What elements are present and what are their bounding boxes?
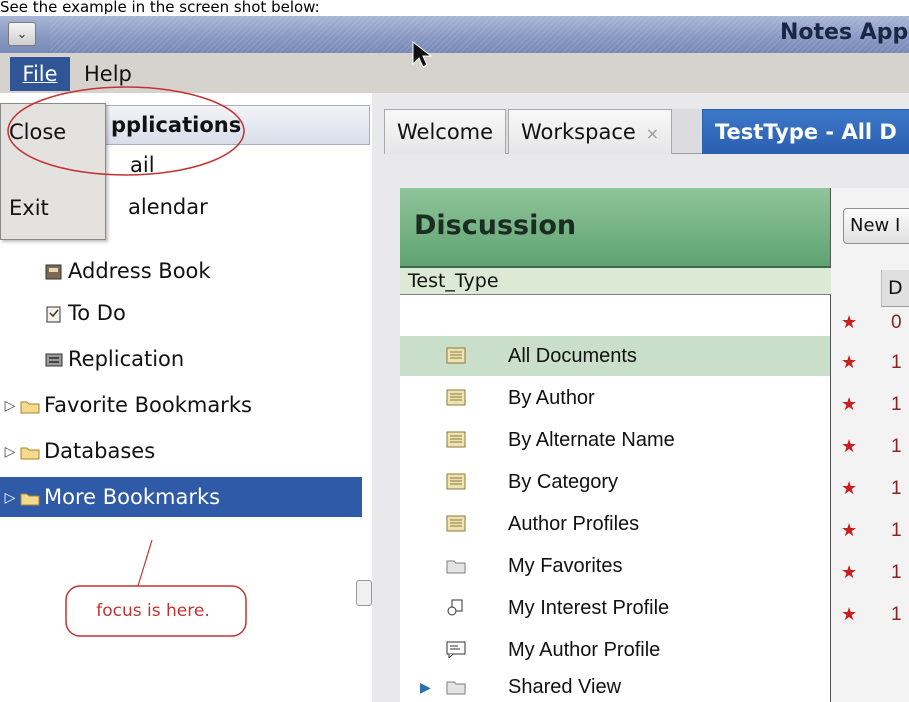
view-shared-view[interactable]: ▶ Shared View <box>400 672 830 702</box>
view-label: Shared View <box>508 676 622 698</box>
view-navigator: Discussion Test_Type All Documents By Au… <box>400 188 838 702</box>
row-date: 1 <box>891 520 902 541</box>
star-icon: ★ <box>841 478 858 499</box>
expand-triangle-icon[interactable]: ▶ <box>420 672 431 702</box>
nav-item-calendar[interactable]: alendar <box>128 187 208 227</box>
tab-workspace[interactable]: Workspace × <box>508 109 673 154</box>
view-label: By Alternate Name <box>508 429 675 451</box>
discussion-header: Discussion <box>400 188 830 268</box>
row-date: 1 <box>891 478 902 499</box>
tab-welcome[interactable]: Welcome <box>384 109 507 154</box>
discussion-title: Discussion <box>414 210 577 241</box>
view-icon <box>446 431 466 448</box>
window-titlebar: ⌄ Notes Appl <box>0 16 909 53</box>
database-view: Discussion Test_Type All Documents By Au… <box>400 188 909 702</box>
nav-item-label: Replication <box>68 347 185 371</box>
chevron-down-icon: ⌄ <box>16 26 28 42</box>
nav-item-more-bookmarks[interactable]: ▷ More Bookmarks <box>0 477 362 517</box>
view-icon <box>446 347 466 364</box>
view-my-interest-profile[interactable]: My Interest Profile <box>400 588 830 628</box>
expand-triangle-icon[interactable]: ▷ <box>0 432 20 472</box>
nav-item-label: Favorite Bookmarks <box>44 393 252 417</box>
star-icon: ★ <box>841 562 858 583</box>
interest-profile-icon <box>447 599 463 616</box>
view-label: My Favorites <box>508 555 623 577</box>
view-label: All Documents <box>508 345 637 367</box>
star-icon: ★ <box>841 352 858 373</box>
star-icon: ★ <box>841 604 858 625</box>
star-icon: ★ <box>841 520 858 541</box>
author-profile-icon <box>446 641 466 658</box>
nav-item-label: Databases <box>44 439 156 463</box>
todo-icon <box>46 306 61 323</box>
folder-icon <box>20 447 40 460</box>
document-list: New I D ★ 0 ★ 1 ★ 1 ★ 1 ★ 1 ★ 1 ★ 1 ★ 1 <box>831 188 909 702</box>
view-by-author[interactable]: By Author <box>400 378 830 418</box>
row-date: 0 <box>891 312 902 333</box>
nav-item-label: To Do <box>68 301 126 325</box>
nav-item-address-book[interactable]: Address Book <box>44 251 211 291</box>
annotation-callout-text: focus is here. <box>96 601 210 621</box>
window-title: Notes Appl <box>780 20 909 45</box>
nav-item-label: Address Book <box>68 259 211 283</box>
view-by-alternate-name[interactable]: By Alternate Name <box>400 420 830 460</box>
tab-testtype[interactable]: TestType - All D <box>702 109 909 154</box>
row-date: 1 <box>891 436 902 457</box>
view-by-category[interactable]: By Category <box>400 462 830 502</box>
scrollbar-stub[interactable] <box>356 580 372 606</box>
row-date: 1 <box>891 394 902 415</box>
window-system-menu-button[interactable]: ⌄ <box>8 22 36 46</box>
annotation-ellipse <box>7 86 245 176</box>
column-header-label: D <box>888 277 903 299</box>
view-label: My Author Profile <box>508 639 661 661</box>
view-author-profiles[interactable]: Author Profiles <box>400 504 830 544</box>
view-label: By Author <box>508 387 595 409</box>
close-icon[interactable]: × <box>646 124 659 143</box>
nav-item-favorite-bookmarks[interactable]: ▷ Favorite Bookmarks <box>0 385 252 425</box>
nav-item-label: More Bookmarks <box>44 485 221 509</box>
view-my-favorites[interactable]: My Favorites <box>400 546 830 586</box>
star-icon: ★ <box>841 394 858 415</box>
address-book-icon <box>45 264 62 280</box>
new-document-button[interactable]: New I <box>843 208 909 244</box>
column-header[interactable]: D <box>881 270 909 307</box>
page-caption: See the example in the screen shot below… <box>0 0 320 14</box>
row-date: 1 <box>891 562 902 583</box>
menu-item-exit-label: Exit <box>9 196 49 220</box>
tab-label: Welcome <box>397 120 494 144</box>
view-label: By Category <box>508 471 619 493</box>
nav-item-replication[interactable]: Replication <box>44 339 184 379</box>
folder-icon <box>20 493 40 506</box>
folder-icon <box>446 681 466 695</box>
view-my-author-profile[interactable]: My Author Profile <box>400 630 830 670</box>
mouse-pointer-icon <box>412 40 433 68</box>
star-icon: ★ <box>841 436 858 457</box>
nav-item-todo[interactable]: To Do <box>44 293 126 333</box>
view-label: My Interest Profile <box>508 597 670 619</box>
expand-triangle-icon[interactable]: ▷ <box>0 386 20 426</box>
tab-label: Workspace <box>521 120 636 144</box>
view-label: Author Profiles <box>508 513 640 535</box>
new-button-label: New I <box>850 215 901 236</box>
database-name: Test_Type <box>400 268 838 295</box>
nav-item-label: alendar <box>128 195 208 219</box>
folder-icon <box>446 560 466 574</box>
view-all-documents[interactable]: All Documents <box>400 336 830 376</box>
star-icon: ★ <box>841 312 858 333</box>
nav-item-databases[interactable]: ▷ Databases <box>0 431 156 472</box>
menu-item-exit[interactable]: Exit <box>9 196 49 220</box>
row-date: 1 <box>891 604 902 625</box>
workspace-area: Welcome Workspace × TestType - All D Disc… <box>372 93 909 702</box>
tab-label: TestType - All D <box>715 120 897 144</box>
replication-icon <box>45 353 63 367</box>
expand-triangle-icon[interactable]: ▷ <box>0 478 20 518</box>
view-icon <box>446 389 466 406</box>
view-icon <box>446 515 466 532</box>
row-date: 1 <box>891 352 902 373</box>
view-icon <box>446 473 466 490</box>
tab-bar: Welcome Workspace × TestType - All D <box>384 109 909 154</box>
folder-icon <box>20 401 40 414</box>
